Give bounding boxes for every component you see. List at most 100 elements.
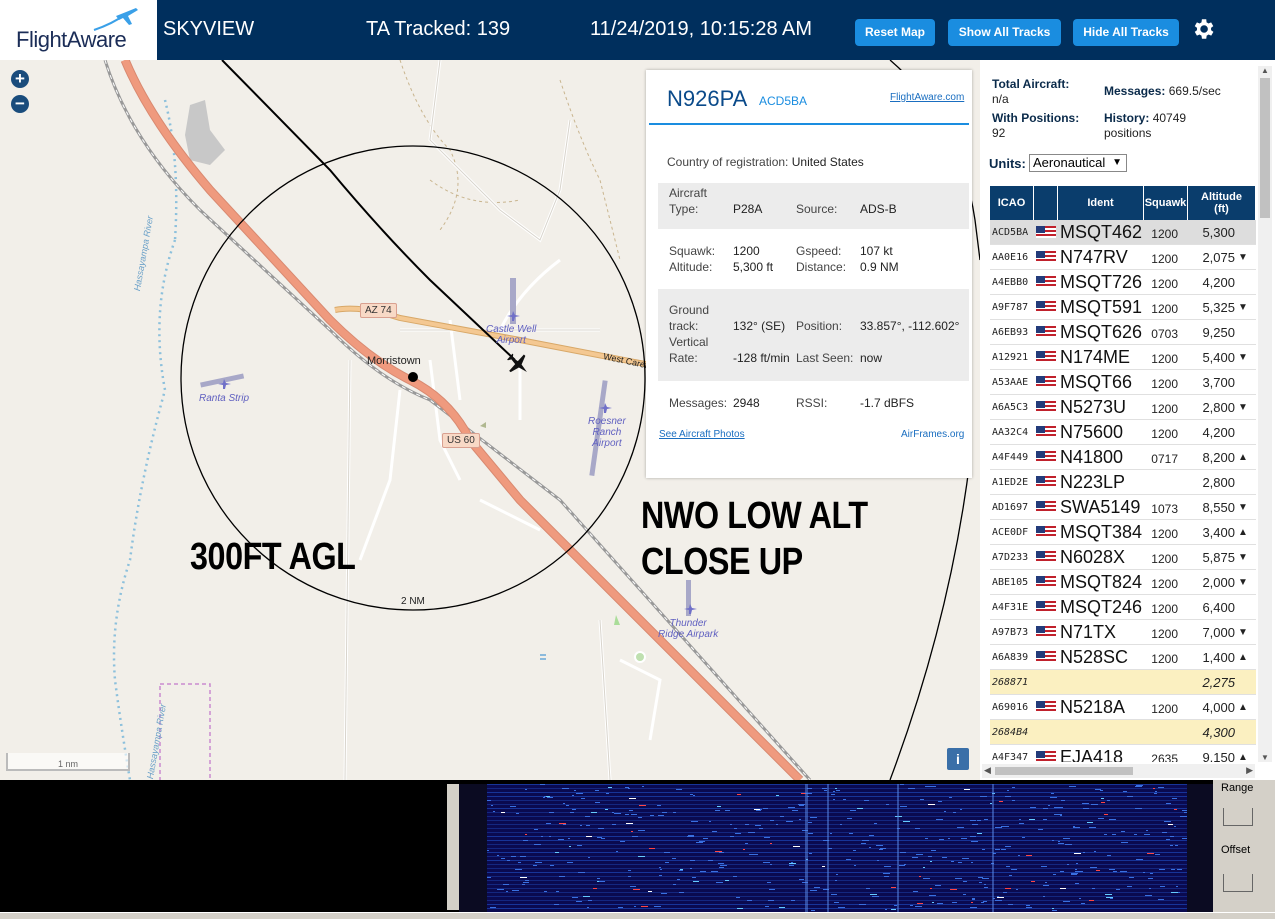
row-ident: SWA5149 bbox=[1060, 497, 1141, 517]
gspeed-value: 107 kt bbox=[860, 244, 893, 258]
info-icon[interactable]: i bbox=[947, 748, 969, 770]
row-altitude: 4,000 bbox=[1202, 700, 1235, 715]
flightaware-link[interactable]: FlightAware.com bbox=[890, 92, 964, 103]
table-row[interactable]: A4F449 N41800 0717 8,200 ▲ bbox=[990, 445, 1256, 470]
table-row[interactable]: A97B73 N71TX 1200 7,000 ▼ bbox=[990, 620, 1256, 645]
scroll-down-icon[interactable]: ▼ bbox=[1261, 753, 1269, 762]
airport-thunder-ridge: Thunder Ridge Airpark bbox=[658, 618, 719, 640]
column-header-icao[interactable]: ICAO bbox=[990, 186, 1034, 220]
gear-icon[interactable] bbox=[1190, 16, 1216, 42]
reset-map-button[interactable]: Reset Map bbox=[855, 19, 935, 46]
column-header-altitude[interactable]: Altitude (ft) bbox=[1188, 186, 1256, 220]
range-slider[interactable] bbox=[1223, 808, 1253, 826]
row-squawk: 0717 bbox=[1151, 452, 1178, 466]
column-header-flag[interactable] bbox=[1034, 186, 1058, 220]
lastseen-label: Last Seen: bbox=[796, 351, 854, 365]
row-squawk: 1200 bbox=[1151, 227, 1178, 241]
row-squawk: 0703 bbox=[1151, 327, 1178, 341]
horizontal-scrollbar[interactable]: ◀ ▶ bbox=[982, 764, 1255, 778]
table-row[interactable]: AA0E16 N747RV 1200 2,075 ▼ bbox=[990, 245, 1256, 270]
column-header-squawk[interactable]: Squawk bbox=[1144, 186, 1188, 220]
row-altitude: 5,875 bbox=[1202, 550, 1235, 565]
row-ident: N174ME bbox=[1060, 347, 1131, 367]
units-select[interactable]: Aeronautical ▼ bbox=[1029, 154, 1127, 172]
table-row[interactable]: 268871 2,275 bbox=[990, 670, 1256, 695]
zoom-out-button[interactable]: − bbox=[11, 95, 29, 113]
distance-value: 0.9 NM bbox=[860, 260, 899, 274]
table-row[interactable]: A4F31E MSQT246 1200 6,400 bbox=[990, 595, 1256, 620]
table-row[interactable]: ACD5BA MSQT462 1200 5,300 bbox=[990, 220, 1256, 245]
table-row[interactable]: A1ED2E N223LP 2,800 bbox=[990, 470, 1256, 495]
top-header: FlightAware SKYVIEW TA Tracked: 139 11/2… bbox=[0, 0, 1275, 60]
row-icao: ABE105 bbox=[992, 577, 1029, 588]
flightaware-logo[interactable]: FlightAware bbox=[0, 0, 157, 60]
hide-all-tracks-button[interactable]: Hide All Tracks bbox=[1073, 19, 1179, 46]
table-row[interactable]: A53AAE MSQT66 1200 3,700 bbox=[990, 370, 1256, 395]
table-row[interactable]: A4EBB0 MSQT726 1200 4,200 bbox=[990, 270, 1256, 295]
row-altitude: 9,250 bbox=[1202, 325, 1235, 340]
altitude-trend-icon: ▲ bbox=[1238, 752, 1248, 762]
type-block: Aircraft Type: P28A Source: ADS-B bbox=[658, 183, 969, 229]
us-flag-icon bbox=[1036, 301, 1056, 313]
table-row[interactable]: A4F347 EJA418 2635 9,150 ▲ bbox=[990, 745, 1256, 762]
row-ident: N75600 bbox=[1060, 422, 1124, 442]
vertical-scrollbar[interactable]: ▲ ▼ bbox=[1258, 66, 1272, 762]
table-row[interactable]: A6EB93 MSQT626 0703 9,250 bbox=[990, 320, 1256, 345]
row-icao: A4EBB0 bbox=[992, 277, 1029, 288]
vrate-label: Vertical Rate: bbox=[669, 335, 709, 365]
offset-slider[interactable] bbox=[1223, 874, 1253, 892]
horizontal-scroll-thumb[interactable] bbox=[995, 767, 1133, 775]
table-row[interactable]: A6A839 N528SC 1200 1,400 ▲ bbox=[990, 645, 1256, 670]
row-ident: MSQT66 bbox=[1060, 372, 1133, 392]
airframes-link[interactable]: AirFrames.org bbox=[901, 429, 964, 440]
row-altitude: 2,000 bbox=[1202, 575, 1235, 590]
row-ident: MSQT384 bbox=[1060, 522, 1143, 542]
show-all-tracks-button[interactable]: Show All Tracks bbox=[948, 19, 1061, 46]
row-altitude: 1,400 bbox=[1202, 650, 1235, 665]
aircraft-photos-link[interactable]: See Aircraft Photos bbox=[659, 429, 745, 440]
position-label: Position: bbox=[796, 319, 843, 333]
us-flag-icon bbox=[1036, 501, 1056, 513]
row-icao: A6A839 bbox=[992, 652, 1029, 663]
table-row[interactable]: A7D233 N6028X 1200 5,875 ▼ bbox=[990, 545, 1256, 570]
with-positions-stat: With Positions: 92 bbox=[992, 111, 1079, 141]
row-squawk: 1200 bbox=[1151, 552, 1178, 566]
vertical-scroll-thumb[interactable] bbox=[1260, 78, 1270, 218]
table-row[interactable]: A12921 N174ME 1200 5,400 ▼ bbox=[990, 345, 1256, 370]
table-row[interactable]: ABE105 MSQT824 1200 2,000 ▼ bbox=[990, 570, 1256, 595]
altitude-trend-icon: ▲ bbox=[1238, 527, 1248, 538]
table-row[interactable]: AD1697 SWA5149 1073 8,550 ▼ bbox=[990, 495, 1256, 520]
waterfall-display[interactable] bbox=[459, 784, 1213, 912]
table-row[interactable]: ACE0DF MSQT384 1200 3,400 ▲ bbox=[990, 520, 1256, 545]
row-squawk: 2635 bbox=[1151, 752, 1178, 762]
row-ident: N5218A bbox=[1060, 697, 1126, 717]
us-flag-icon bbox=[1036, 476, 1056, 488]
row-squawk: 1200 bbox=[1151, 252, 1178, 266]
messages-rate-label: Messages: bbox=[1104, 84, 1166, 98]
row-squawk: 1200 bbox=[1151, 402, 1178, 416]
us-flag-icon bbox=[1036, 326, 1056, 338]
table-row[interactable]: AA32C4 N75600 1200 4,200 bbox=[990, 420, 1256, 445]
rssi-value: -1.7 dBFS bbox=[860, 396, 915, 410]
row-ident: MSQT591 bbox=[1060, 297, 1143, 317]
row-altitude: 2,275 bbox=[1202, 675, 1235, 690]
scroll-up-icon[interactable]: ▲ bbox=[1261, 66, 1269, 75]
us-flag-icon bbox=[1036, 351, 1056, 363]
scroll-right-icon[interactable]: ▶ bbox=[1246, 765, 1253, 776]
altitude-trend-icon: ▼ bbox=[1238, 402, 1248, 413]
table-row[interactable]: 2684B4 4,300 bbox=[990, 720, 1256, 745]
column-header-ident[interactable]: Ident bbox=[1058, 186, 1144, 220]
zoom-in-button[interactable]: + bbox=[11, 70, 29, 88]
taskbar bbox=[0, 912, 1275, 919]
altitude-trend-icon: ▼ bbox=[1238, 302, 1248, 313]
scroll-left-icon[interactable]: ◀ bbox=[984, 765, 991, 776]
table-row[interactable]: A6A5C3 N5273U 1200 2,800 ▼ bbox=[990, 395, 1256, 420]
airport-castle-well: Castle Well Airport bbox=[486, 324, 537, 346]
table-row[interactable]: A69016 N5218A 1200 4,000 ▲ bbox=[990, 695, 1256, 720]
table-row[interactable]: A9F787 MSQT591 1200 5,325 ▼ bbox=[990, 295, 1256, 320]
panel-divider bbox=[447, 784, 459, 910]
row-icao: A7D233 bbox=[992, 552, 1029, 563]
row-ident: MSQT462 bbox=[1060, 222, 1143, 242]
rssi-label: RSSI: bbox=[796, 396, 828, 410]
altitude-trend-icon: ▼ bbox=[1238, 552, 1248, 563]
